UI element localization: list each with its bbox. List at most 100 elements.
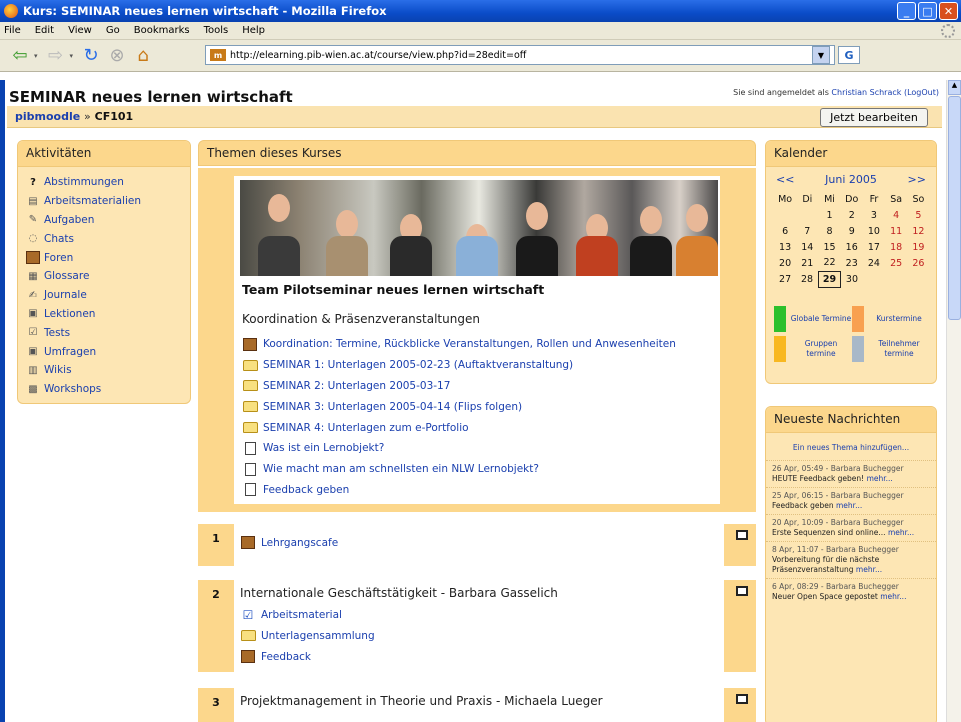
breadcrumb-home[interactable]: pibmoodle [15,110,80,123]
menu-bookmarks[interactable]: Bookmarks [134,25,190,36]
calendar-day[interactable]: 17 [863,239,885,255]
calendar-day[interactable]: 19 [907,239,929,255]
calendar-day[interactable]: 18 [885,239,907,255]
calendar-day[interactable]: 6 [774,223,796,239]
resource-link[interactable]: SEMINAR 2: Unterlagen 2005-03-17 [242,376,676,397]
calendar-month[interactable]: Juni 2005 [825,173,877,186]
logout-link[interactable]: (LogOut) [904,88,939,97]
calendar-day[interactable]: 22 [818,255,840,271]
calendar-day[interactable]: 26 [907,255,929,271]
calendar-day[interactable]: 12 [907,223,929,239]
activity-wikis[interactable]: ▥ Wikis [26,361,182,380]
calendar-day[interactable]: 1 [818,207,840,223]
calendar-day[interactable]: 15 [818,239,840,255]
back-arrow-icon[interactable]: ⇦ [8,45,32,67]
legend-course-events[interactable]: Kurstermine [852,305,930,333]
add-topic-link[interactable]: Ein neues Thema hinzufügen... [766,443,936,452]
menu-edit[interactable]: Edit [35,25,54,36]
calendar-day[interactable]: 2 [841,207,863,223]
calendar-day[interactable]: 9 [841,223,863,239]
menu-file[interactable]: File [4,25,21,36]
vertical-scrollbar[interactable]: ▲ [946,80,961,722]
folder-icon [242,359,258,372]
menu-view[interactable]: View [68,25,92,36]
forward-arrow-icon[interactable]: ⇨ [44,45,68,67]
activity-quizzes[interactable]: ☑ Tests [26,323,182,342]
activity-resources[interactable]: ▤ Arbeitsmaterialien [26,192,182,211]
calendar-day[interactable]: 10 [863,223,885,239]
reload-icon[interactable]: ↻ [79,45,103,67]
more-link[interactable]: mehr... [836,501,862,510]
address-bar[interactable]: m http://elearning.pib-wien.ac.at/course… [205,45,835,65]
calendar-day[interactable]: 27 [774,271,796,287]
calendar-day[interactable]: 28 [796,271,818,287]
resource-link[interactable]: Feedback geben [242,480,676,501]
calendar-day[interactable]: 11 [885,223,907,239]
calendar-prev-link[interactable]: << [776,173,794,186]
activity-assignments[interactable]: ✎ Aufgaben [26,211,182,230]
menu-bar: File Edit View Go Bookmarks Tools Help [0,22,961,40]
activity-choice[interactable]: ? Abstimmungen [26,173,182,192]
go-button[interactable]: G [838,46,860,64]
maximize-button[interactable]: □ [918,2,937,20]
show-only-topic-icon[interactable] [736,530,748,540]
activity-surveys[interactable]: ▣ Umfragen [26,342,182,361]
more-link[interactable]: mehr... [856,565,882,574]
edit-course-button[interactable]: Jetzt bearbeiten [820,108,928,127]
calendar-day[interactable]: 21 [796,255,818,271]
more-link[interactable]: mehr... [888,528,914,537]
user-link[interactable]: Christian Schrack [831,88,901,97]
address-dropdown-icon[interactable]: ▼ [812,46,830,64]
stop-icon[interactable]: ⊗ [105,45,129,67]
forward-dropdown-icon[interactable]: ▾ [70,52,74,60]
calendar-day[interactable]: 13 [774,239,796,255]
calendar-day[interactable]: 30 [841,271,863,287]
calendar-day[interactable]: 16 [841,239,863,255]
legend-user-events[interactable]: Teilnehmer termine [852,335,930,363]
resource-link[interactable]: Wie macht man am schnellsten ein NLW Ler… [242,459,676,480]
resource-link[interactable]: SEMINAR 1: Unterlagen 2005-02-23 (Auftak… [242,355,676,376]
back-dropdown-icon[interactable]: ▾ [34,52,38,60]
menu-tools[interactable]: Tools [204,25,229,36]
resource-link[interactable]: SEMINAR 3: Unterlagen 2005-04-14 (Flips … [242,396,676,417]
more-link[interactable]: mehr... [867,474,893,483]
home-icon[interactable]: ⌂ [131,45,155,67]
calendar-day[interactable]: 8 [818,223,840,239]
topic-title: Internationale Geschäftstätigkeit - Barb… [240,586,558,600]
minimize-button[interactable]: _ [897,2,916,20]
resource-link[interactable]: Unterlagensammlung [240,625,718,646]
resource-link[interactable]: ☑ Arbeitsmaterial [240,604,718,625]
calendar-next-link[interactable]: >> [908,173,926,186]
menu-go[interactable]: Go [106,25,120,36]
menu-help[interactable]: Help [242,25,265,36]
activity-forums[interactable]: Foren [26,248,182,267]
calendar-day[interactable]: 20 [774,255,796,271]
activity-journals[interactable]: ✍ Journale [26,286,182,305]
calendar-day[interactable]: 7 [796,223,818,239]
activity-chats[interactable]: ◌ Chats [26,229,182,248]
calendar-day[interactable]: 4 [885,207,907,223]
close-button[interactable]: ✕ [939,2,958,20]
calendar-day-today[interactable]: 29 [817,270,842,288]
calendar-day[interactable]: 24 [863,255,885,271]
resource-link[interactable]: SEMINAR 4: Unterlagen zum e-Portfolio [242,417,676,438]
activity-lessons[interactable]: ▣ Lektionen [26,305,182,324]
resource-link[interactable]: Koordination: Termine, Rückblicke Verans… [242,334,676,355]
activity-glossaries[interactable]: ▦ Glossare [26,267,182,286]
calendar-day[interactable]: 5 [907,207,929,223]
resource-link[interactable]: Lehrgangscafe [240,536,718,549]
scrollbar-thumb[interactable] [948,96,961,320]
more-link[interactable]: mehr... [880,592,906,601]
calendar-day[interactable]: 3 [863,207,885,223]
activity-workshops[interactable]: ▩ Workshops [26,380,182,399]
show-only-topic-icon[interactable] [736,586,748,596]
show-only-topic-icon[interactable] [736,694,748,704]
resource-link[interactable]: Feedback [240,646,718,667]
calendar-day[interactable]: 23 [841,255,863,271]
calendar-day[interactable]: 25 [885,255,907,271]
scroll-up-icon[interactable]: ▲ [948,80,961,95]
calendar-day[interactable]: 14 [796,239,818,255]
legend-global-events[interactable]: Globale Termine [774,305,852,333]
legend-group-events[interactable]: Gruppen termine [774,335,852,363]
resource-link[interactable]: Was ist ein Lernobjekt? [242,438,676,459]
